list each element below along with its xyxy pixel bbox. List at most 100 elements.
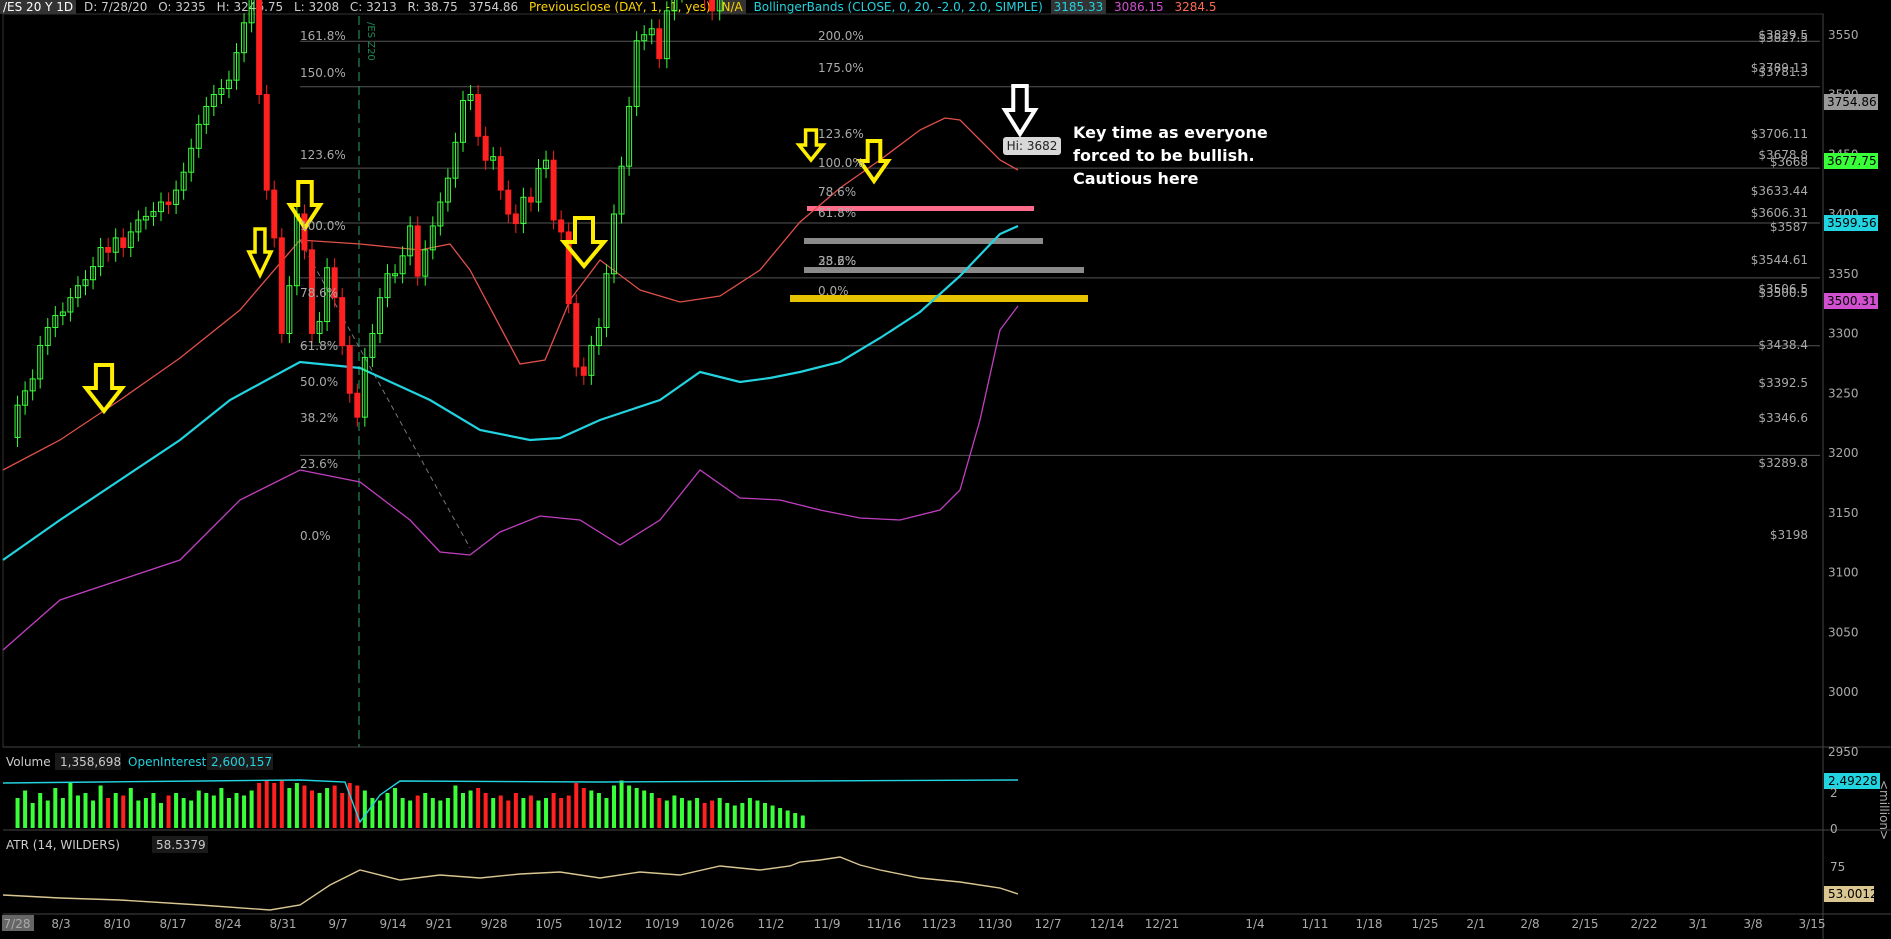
price-level-label: $3827.5 <box>1758 31 1808 45</box>
date-axis-tick: 10/26 <box>700 917 735 931</box>
volume-bar <box>219 788 224 828</box>
candle-down <box>482 135 489 161</box>
candle-down <box>505 189 512 215</box>
volume-bar <box>340 793 345 828</box>
volume-bar <box>612 785 616 828</box>
price-level-labels: $3829.5$3827.5$3789.13$3781.3$3706.11$36… <box>1751 28 1808 542</box>
price-tag-bb_mid: 3599.56 <box>1827 216 1877 230</box>
volume-bar <box>211 795 216 828</box>
high-bubble-label: Hi: 3682 <box>1007 139 1058 153</box>
price-chart[interactable]: /ES Z20 161.8% 150.0% 123.6% 100.0% 78.6% 61.… <box>0 0 1891 939</box>
candle-down <box>550 159 557 221</box>
volume-bar <box>106 798 111 828</box>
candle-down <box>558 219 565 233</box>
volume-bar <box>279 780 284 828</box>
date-axis-tick: 3/1 <box>1688 917 1707 931</box>
date-axis-tick: 2/1 <box>1466 917 1485 931</box>
price-level-label: $3781.3 <box>1758 65 1808 79</box>
volume-bar <box>423 793 428 828</box>
volume-bar <box>136 800 141 828</box>
volume-bar <box>717 798 722 828</box>
volume-bar <box>521 798 526 828</box>
volume-bar <box>75 795 80 828</box>
date-axis-tick: 10/5 <box>536 917 563 931</box>
volume-bar <box>121 795 126 828</box>
fib-label-large: 0.0% <box>300 529 331 543</box>
date-axis-tick: 2/15 <box>1572 917 1599 931</box>
volume-bar <box>302 785 307 828</box>
volume-bar <box>581 788 586 828</box>
volume-bar <box>755 800 760 828</box>
open-interest-label: OpenInterest <box>128 755 207 769</box>
candle-down <box>497 156 504 191</box>
volume-bar <box>627 785 632 828</box>
volume-bar <box>317 793 322 828</box>
price-axis-tick: 3550 <box>1828 28 1859 42</box>
volume-bar <box>619 780 624 828</box>
volume-bar <box>453 785 458 828</box>
volume-bar <box>732 805 737 828</box>
open-interest-value: 2,600,157 <box>211 755 272 769</box>
fib-label-small: 23.6% <box>818 254 856 268</box>
candle-down <box>573 303 580 368</box>
volume-axis-0: 0 <box>1830 822 1838 836</box>
date-axis-tick: 8/3 <box>51 917 70 931</box>
candle-down <box>512 213 519 225</box>
candle-down <box>580 366 587 376</box>
price-level-label: $3500.5 <box>1758 286 1808 300</box>
price-level-label: $3544.61 <box>1751 253 1808 267</box>
volume-bar <box>159 803 163 828</box>
candle-down <box>105 246 112 253</box>
volume-bar <box>800 815 805 828</box>
candle-down <box>165 201 172 205</box>
volume-bar <box>294 783 299 828</box>
price-level-label: $3346.6 <box>1758 411 1808 425</box>
date-axis-tick: 3/15 <box>1799 917 1826 931</box>
volume-bar <box>400 798 405 828</box>
fib-label-large: 123.6% <box>300 148 346 162</box>
price-axis[interactable]: 3850380037503700365036003550350034503400… <box>1828 0 1859 759</box>
atr-line <box>2 856 1019 911</box>
volume-bar <box>672 795 677 828</box>
volume-bar <box>438 800 443 828</box>
volume-bar <box>83 793 88 828</box>
atr-axis-tag: 53.0012 <box>1828 887 1878 901</box>
volume-bar <box>393 788 398 828</box>
date-axis-tick: 3/8 <box>1743 917 1762 931</box>
volume-bar <box>589 790 594 828</box>
volume-value: 1,358,698 <box>60 755 121 769</box>
candle-down <box>278 237 285 334</box>
date-axis-tick: 12/21 <box>1145 917 1180 931</box>
date-axis-tick: 1/18 <box>1356 917 1383 931</box>
volume-bar <box>189 800 194 828</box>
date-axis-tick: 8/10 <box>104 917 131 931</box>
annotation-arrows <box>81 84 1039 415</box>
volume-bar <box>476 788 481 828</box>
volume-bar <box>445 798 450 828</box>
volume-bar <box>257 783 262 828</box>
date-axis[interactable]: 7/28 8/3 8/10 8/17 8/24 8/31 9/7 9/14 9/21 9/28 10… <box>2 915 1825 931</box>
fib-label-small: 61.8% <box>818 206 856 220</box>
date-axis-tick: 9/7 <box>328 917 347 931</box>
price-level-label: $3633.44 <box>1751 184 1808 198</box>
candle-down <box>709 0 716 12</box>
volume-bar <box>695 798 700 828</box>
volume-bar <box>226 798 231 828</box>
date-axis-tick: 9/28 <box>481 917 508 931</box>
candle-down <box>527 196 534 203</box>
bollinger-mid-band <box>2 224 1019 561</box>
annotation-line-3: Cautious here <box>1073 169 1199 188</box>
volume-bar <box>702 803 707 828</box>
volume-bar <box>740 803 745 828</box>
price-axis-tick: 3250 <box>1828 386 1859 400</box>
volume-bar <box>174 793 179 828</box>
volume-bar <box>355 785 360 828</box>
price-tag-current: 3677.75 <box>1827 154 1877 168</box>
volume-bar <box>38 793 43 828</box>
volume-bar <box>23 790 28 828</box>
volume-bar <box>310 790 314 828</box>
volume-bar <box>770 805 775 828</box>
volume-bar <box>679 798 684 828</box>
date-axis-tick: 9/21 <box>426 917 453 931</box>
volume-bar <box>30 803 35 828</box>
